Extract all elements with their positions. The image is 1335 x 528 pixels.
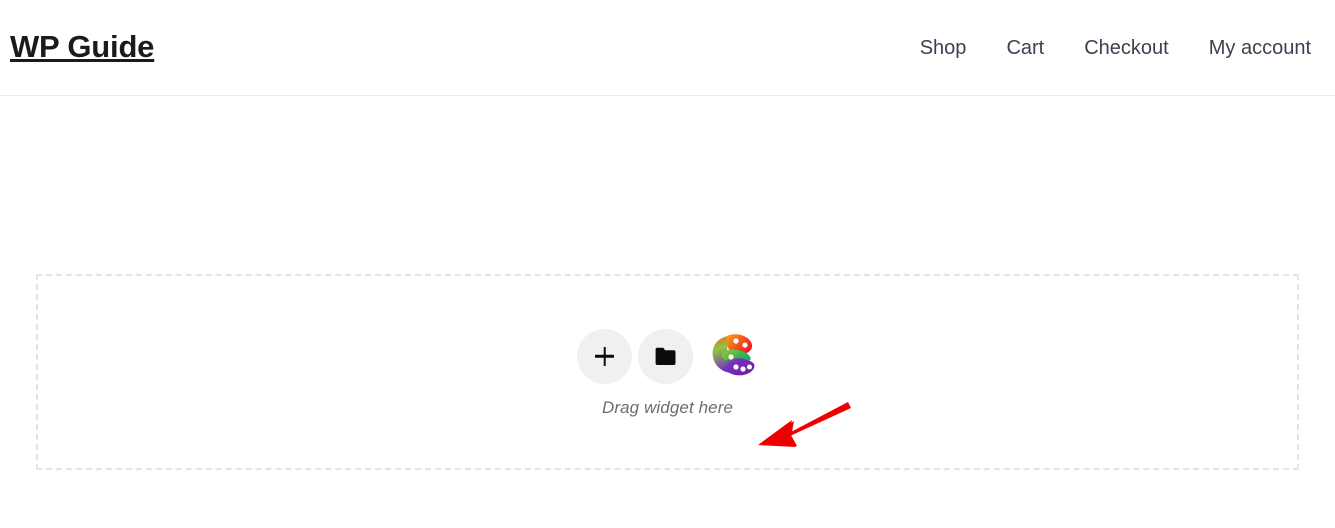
folder-icon <box>654 347 677 366</box>
nav-item-cart[interactable]: Cart <box>986 32 1064 64</box>
add-new-section-button[interactable] <box>577 328 632 384</box>
drop-zone-action-buttons <box>574 328 761 384</box>
plus-icon <box>595 347 614 366</box>
widget-drop-zone[interactable]: Drag widget here <box>36 274 1299 470</box>
site-header: WP Guide Shop Cart Checkout My account <box>0 0 1335 96</box>
palette-icon <box>708 330 758 383</box>
main-navigation: Shop Cart Checkout My account <box>900 32 1327 64</box>
drop-zone-content: Drag widget here <box>38 328 1297 416</box>
nav-item-shop[interactable]: Shop <box>900 32 987 64</box>
nav-item-checkout[interactable]: Checkout <box>1064 32 1189 64</box>
editor-canvas: Drag widget here <box>0 96 1335 528</box>
nav-item-my-account[interactable]: My account <box>1189 32 1325 64</box>
color-palette-button[interactable] <box>705 328 761 384</box>
drop-zone-label: Drag widget here <box>601 398 734 417</box>
add-template-button[interactable] <box>638 328 693 384</box>
site-title[interactable]: WP Guide <box>10 31 154 64</box>
